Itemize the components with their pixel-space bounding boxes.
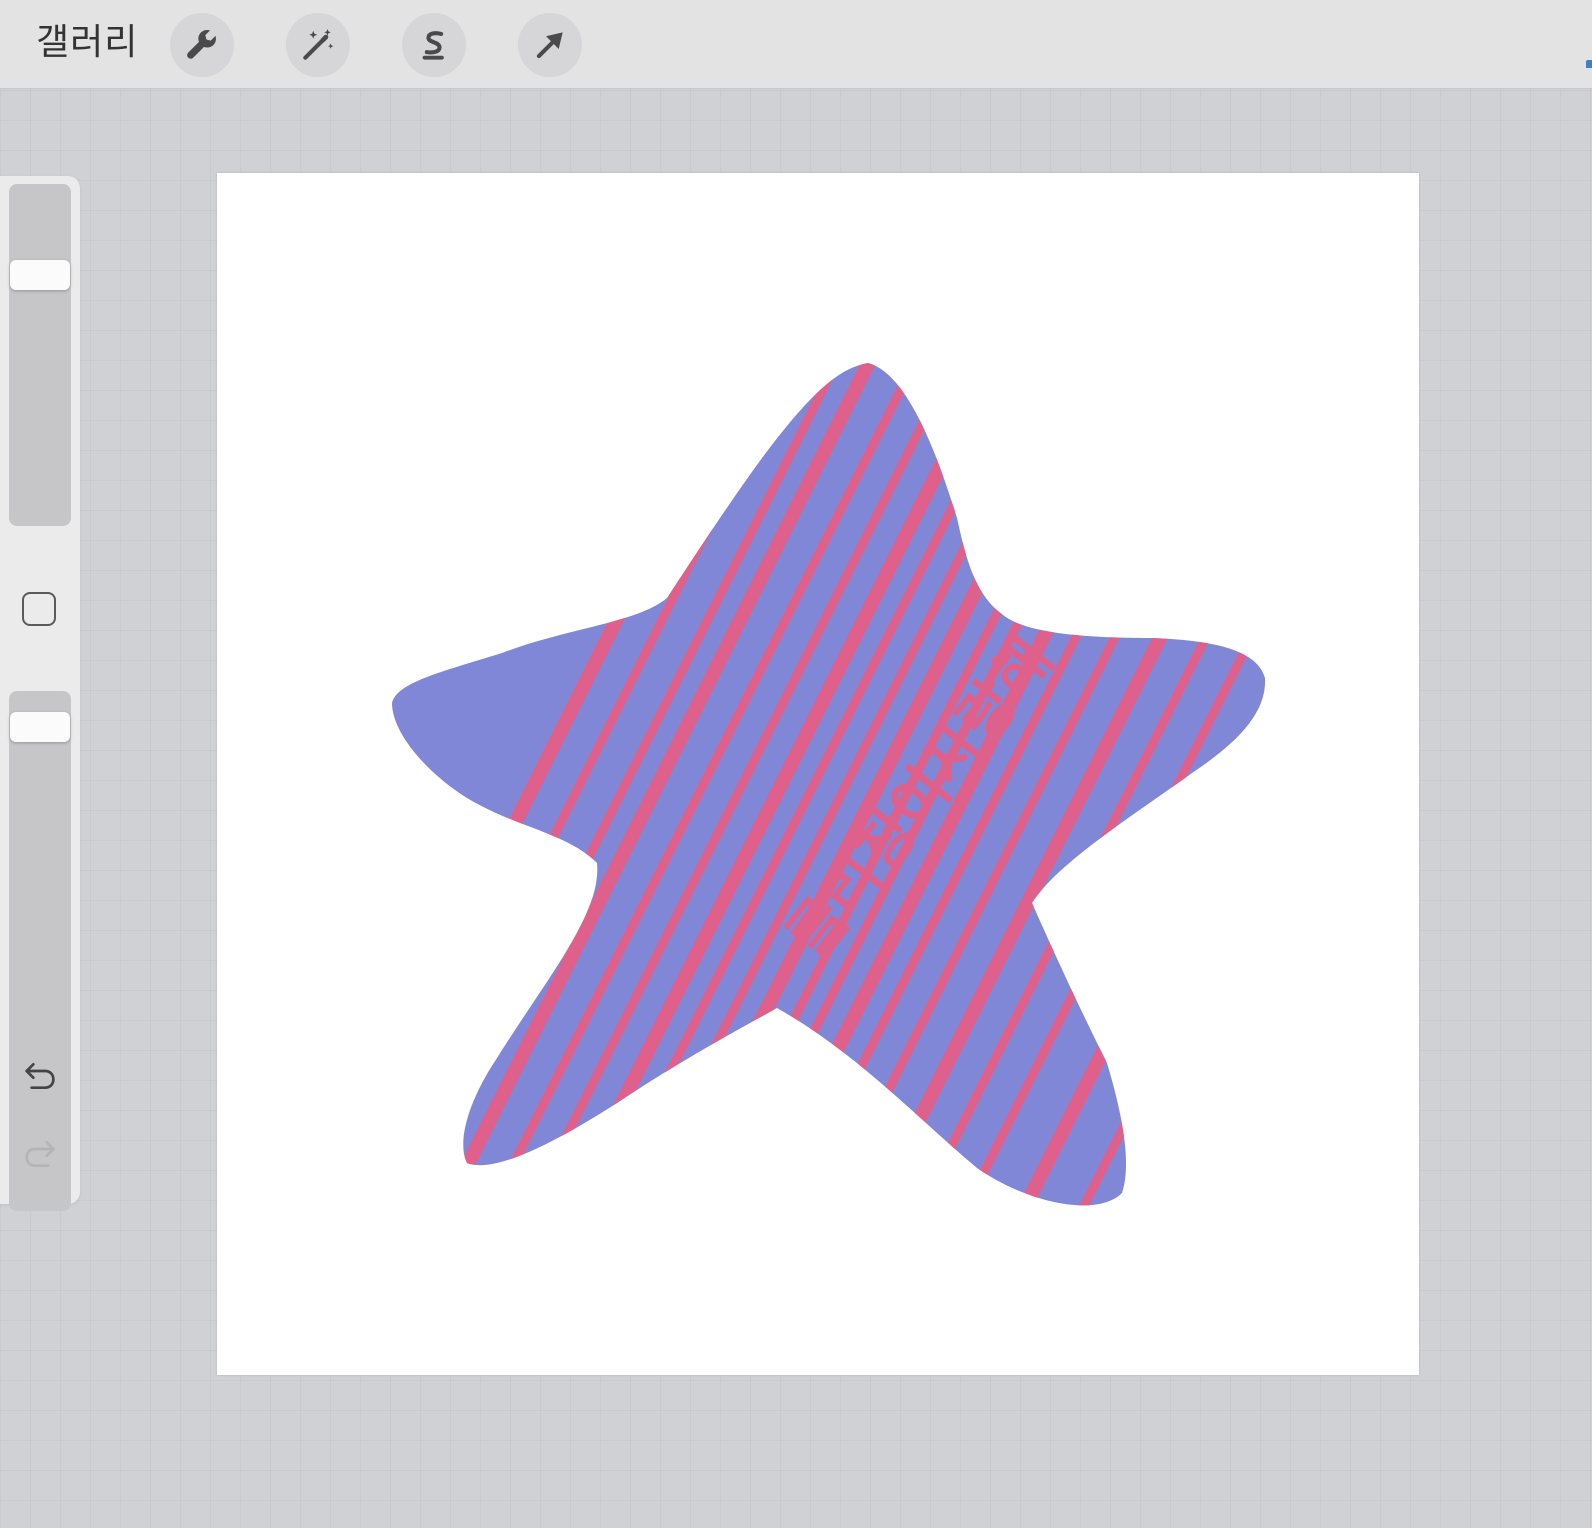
brush-size-thumb[interactable] (10, 259, 70, 290)
magic-wand-icon (303, 29, 334, 60)
gallery-button[interactable]: 갤러리 (36, 20, 138, 66)
artwork: 콜리칭이사랑해 (392, 323, 1419, 1323)
stripe-line (1318, 323, 1419, 1323)
side-toolbar (0, 176, 80, 1211)
brush-size-slider[interactable] (9, 184, 71, 526)
top-toolbar: 갤러리 (0, 0, 1592, 89)
redo-icon[interactable] (20, 1134, 60, 1174)
selection-s-icon (422, 31, 444, 60)
transform-button[interactable] (518, 13, 582, 77)
actions-button[interactable] (170, 13, 234, 77)
status-indicator (1586, 60, 1592, 68)
selection-button[interactable] (402, 13, 466, 77)
wrench-icon (187, 29, 216, 59)
undo-icon[interactable] (20, 1056, 60, 1096)
opacity-slider[interactable] (9, 691, 71, 1211)
stripe-line (1255, 363, 1266, 1206)
drawing-canvas[interactable]: 콜리칭이사랑해 (217, 173, 1419, 1375)
stripe-line (1135, 363, 1266, 1206)
arrow-cursor-icon (536, 32, 563, 59)
adjustments-button[interactable] (286, 13, 350, 77)
opacity-thumb[interactable] (10, 712, 70, 743)
stripe-line (1370, 323, 1419, 1323)
stripe-line (1079, 363, 1266, 1206)
stripe-line (1196, 363, 1266, 1206)
modify-button[interactable] (22, 592, 56, 626)
